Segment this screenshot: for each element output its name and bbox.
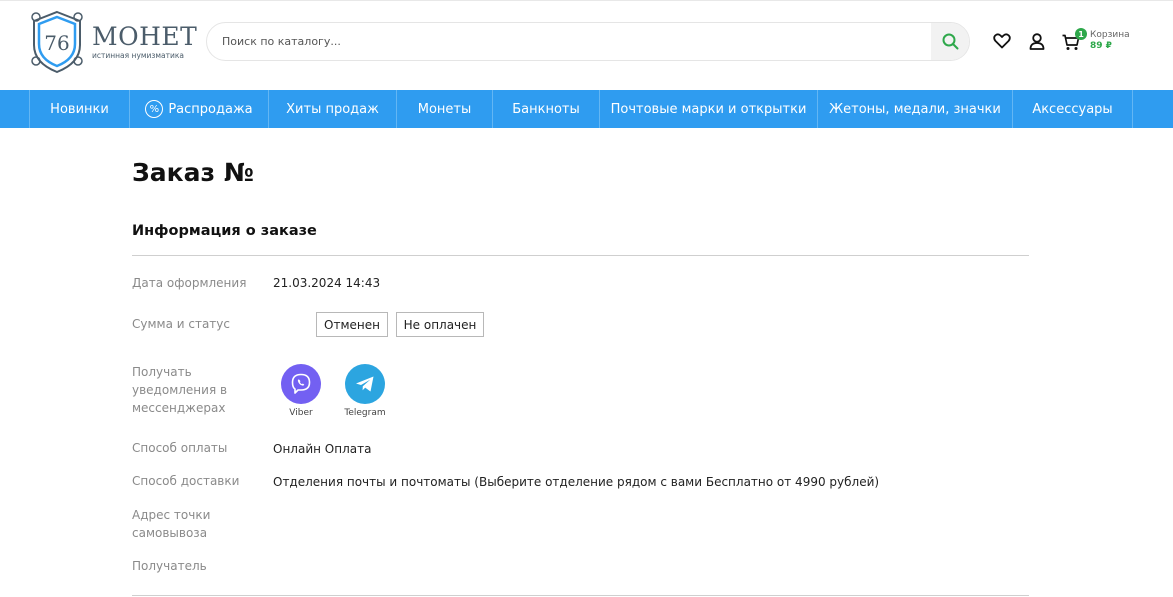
search-button[interactable] — [931, 23, 969, 60]
notify-label: Получать уведомления в мессенджерах — [132, 365, 228, 415]
section-title: Информация о заказе — [132, 223, 317, 239]
viber-icon — [281, 364, 321, 404]
viber-label: Viber — [289, 408, 313, 418]
logo-title: МОНЕТ — [92, 22, 198, 51]
telegram-label: Telegram — [344, 408, 386, 418]
pickup-address-label: Адрес точки самовывоза — [132, 508, 211, 540]
search-bar — [206, 22, 970, 61]
divider — [132, 595, 1029, 596]
nav-item-label: Хиты продаж — [286, 101, 379, 117]
nav-item-stamps[interactable]: Почтовые марки и открытки — [600, 90, 818, 128]
cart-label: Корзина — [1090, 30, 1130, 40]
date-label: Дата оформления — [132, 276, 247, 290]
telegram-button[interactable]: Telegram — [335, 364, 395, 418]
page-title: Заказ № — [132, 158, 254, 187]
logo-number: 76 — [44, 31, 69, 55]
payment-value: Онлайн Оплата — [273, 442, 372, 456]
divider — [132, 255, 1029, 256]
nav-item-bestsellers[interactable]: Хиты продаж — [269, 90, 397, 128]
nav-item-label: Банкноты — [512, 101, 580, 117]
nav-item-tokens[interactable]: Жетоны, медали, значки — [818, 90, 1013, 128]
payment-label: Способ оплаты — [132, 441, 228, 455]
site-header: 76 МОНЕТ истинная нумизматика Поиск по к… — [0, 0, 1173, 90]
status-badge-cancelled: Отменен — [316, 312, 388, 337]
heart-icon — [993, 33, 1011, 49]
nav-item-coins[interactable]: Монеты — [397, 90, 493, 128]
viber-button[interactable]: Viber — [271, 364, 331, 418]
main-nav: Новинки % Распродажа Хиты продаж Монеты … — [0, 90, 1173, 128]
status-badge-unpaid: Не оплачен — [396, 312, 484, 337]
recipient-label: Получатель — [132, 559, 207, 573]
logo-subtitle: истинная нумизматика — [92, 51, 185, 60]
nav-item-label: Распродажа — [168, 101, 253, 117]
nav-item-label: Почтовые марки и открытки — [610, 101, 807, 117]
delivery-value: Отделения почты и почтоматы (Выберите от… — [273, 475, 880, 489]
nav-item-new[interactable]: Новинки — [30, 90, 130, 128]
nav-item-sale[interactable]: % Распродажа — [130, 90, 269, 128]
percent-icon: % — [145, 100, 164, 118]
sum-status-label: Сумма и статус — [132, 317, 230, 331]
cart-count-badge: 1 — [1075, 28, 1087, 40]
search-icon — [942, 33, 958, 50]
nav-item-label: Жетоны, медали, значки — [829, 101, 1001, 117]
nav-item-label: Новинки — [50, 101, 109, 117]
wishlist-button[interactable] — [992, 31, 1012, 51]
logo-emblem-icon: 76 — [28, 9, 86, 75]
nav-item-banknotes[interactable]: Банкноты — [493, 90, 600, 128]
nav-item-accessories[interactable]: Аксессуары — [1013, 90, 1133, 128]
delivery-label: Способ доставки — [132, 474, 240, 488]
cart-total: 89 ₽ — [1090, 41, 1112, 51]
site-logo[interactable]: 76 МОНЕТ истинная нумизматика — [28, 7, 198, 77]
telegram-icon — [345, 364, 385, 404]
nav-item-label: Аксессуары — [1032, 101, 1113, 117]
date-value: 21.03.2024 14:43 — [273, 276, 381, 290]
account-button[interactable] — [1027, 31, 1047, 51]
search-input[interactable] — [207, 23, 931, 60]
cart-button[interactable]: 1 Корзина 89 ₽ — [1062, 28, 1142, 55]
nav-item-label: Монеты — [417, 101, 472, 117]
user-icon — [1029, 32, 1045, 50]
